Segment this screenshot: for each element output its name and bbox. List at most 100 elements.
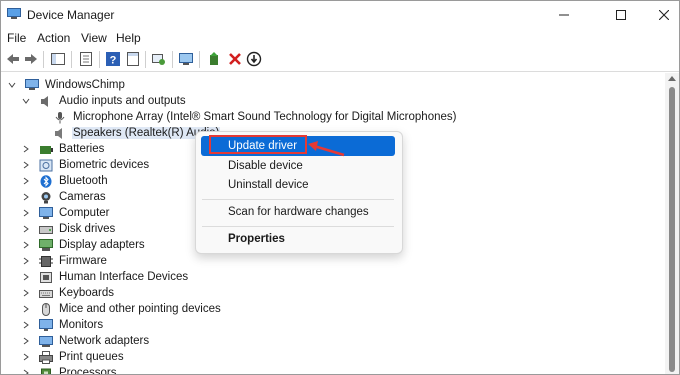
menu-item-properties[interactable]: Properties [201,229,395,249]
bluetooth-icon [39,174,53,188]
tree-category-computer[interactable]: Computer [21,205,111,221]
fingerprint-icon [39,159,53,172]
properties-sheet-icon[interactable] [78,51,94,67]
network-adapter-icon [39,335,53,348]
tree-category-label: Audio inputs and outputs [59,95,186,107]
toolbar-separator [99,51,100,68]
tree-category-batteries[interactable]: Batteries [21,141,105,157]
tree-category-biometric[interactable]: Biometric devices [21,157,150,173]
menu-view[interactable]: View [81,31,107,45]
tree-category-label: Firmware [59,255,107,267]
menu-item-disable-device[interactable]: Disable device [201,156,395,176]
chevron-right-icon[interactable] [21,240,31,250]
maximize-button[interactable] [598,1,644,29]
tree-category-label: Mice and other pointing devices [59,303,221,315]
chevron-right-icon[interactable] [21,272,31,282]
chevron-right-icon[interactable] [21,352,31,362]
minimize-icon [559,14,569,16]
tree-category-label: Network adapters [59,335,150,347]
chevron-right-icon[interactable] [21,208,31,218]
tree-category-keyboards[interactable]: Keyboards [21,285,115,301]
tree-category-hid[interactable]: Human Interface Devices [21,269,189,285]
menu-separator [202,199,394,200]
battery-icon [39,143,53,156]
tree-category-processors[interactable]: Processors [21,365,118,375]
monitor-icon [39,318,53,332]
computer-icon [25,79,39,92]
chevron-right-icon[interactable] [21,176,31,186]
chevron-right-icon[interactable] [21,144,31,154]
tree-category-monitors[interactable]: Monitors [21,317,104,333]
chevron-right-icon[interactable] [21,288,31,298]
svg-text:?: ? [110,55,117,67]
chevron-right-icon[interactable] [21,320,31,330]
printer-icon [39,350,53,364]
tree-category-display-adapters[interactable]: Display adapters [21,237,146,253]
toolbar-separator [199,51,200,68]
speaker-icon [53,127,67,140]
action-pane-icon[interactable] [125,51,141,67]
chevron-right-icon[interactable] [21,192,31,202]
minimize-button[interactable] [541,1,587,29]
tree-category-label: Display adapters [59,239,145,251]
camera-icon [39,191,53,204]
chevron-right-icon[interactable] [21,304,31,314]
disk-drive-icon [39,223,53,236]
tree-category-print-queues[interactable]: Print queues [21,349,125,365]
device-manager-window: Device Manager File Action View Help ? W… [0,0,680,375]
tree-category-disk-drives[interactable]: Disk drives [21,221,116,237]
maximize-icon [616,10,626,20]
chevron-right-icon[interactable] [21,224,31,234]
scroll-up-arrow-icon[interactable] [668,76,676,81]
help-icon[interactable]: ? [105,51,121,67]
tree-device-label: Microphone Array (Intel® Smart Sound Tec… [73,111,457,123]
chevron-right-icon[interactable] [21,368,31,374]
chevron-right-icon[interactable] [21,336,31,346]
scrollbar-thumb[interactable] [669,87,675,372]
menu-action[interactable]: Action [37,31,70,45]
menu-file[interactable]: File [7,31,26,45]
tree-category-cameras[interactable]: Cameras [21,189,107,205]
update-driver-icon[interactable] [206,51,222,67]
tree-category-mice[interactable]: Mice and other pointing devices [21,301,222,317]
tree-category-label: Processors [59,367,117,375]
scan-hardware-icon[interactable] [151,51,167,67]
tree-category-label: Print queues [59,351,124,363]
menu-help[interactable]: Help [116,31,141,45]
vertical-scrollbar[interactable] [665,73,679,374]
back-arrow-icon[interactable] [5,51,21,67]
chevron-down-icon[interactable] [21,96,31,106]
chevron-right-icon[interactable] [21,256,31,266]
computer-icon [39,206,53,220]
tree-category-label: Human Interface Devices [59,271,189,283]
close-button[interactable] [641,1,679,29]
keyboard-icon [39,287,53,300]
menu-item-uninstall-device[interactable]: Uninstall device [201,175,395,195]
chevron-right-icon[interactable] [21,160,31,170]
menu-item-scan-hardware[interactable]: Scan for hardware changes [201,202,395,222]
tree-category-firmware[interactable]: Firmware [21,253,108,269]
processor-icon [39,367,53,374]
tree-root[interactable]: WindowsChimp [7,77,126,93]
close-icon [659,10,669,20]
tree-category-bluetooth[interactable]: Bluetooth [21,173,109,189]
menu-item-label: Scan for hardware changes [228,206,369,218]
uninstall-x-icon[interactable] [227,51,243,67]
tree-device-microphone[interactable]: Microphone Array (Intel® Smart Sound Tec… [53,109,457,125]
window-title: Device Manager [27,8,115,22]
chevron-down-icon[interactable] [7,80,17,90]
download-circle-icon[interactable] [246,51,262,67]
monitor-icon[interactable] [178,51,194,67]
menu-item-label: Uninstall device [228,179,309,191]
tree-category-label: Computer [59,207,110,219]
tree-category-audio[interactable]: Audio inputs and outputs [21,93,187,109]
toolbar-separator [145,51,146,68]
forward-arrow-icon[interactable] [23,51,39,67]
tree-category-label: Keyboards [59,287,114,299]
tree-category-network-adapters[interactable]: Network adapters [21,333,150,349]
tree-category-label: Cameras [59,191,106,203]
firmware-chip-icon [39,255,53,268]
tree-category-label: Monitors [59,319,104,331]
show-hide-console-tree-icon[interactable] [50,51,66,67]
toolbar: ? [1,48,679,72]
